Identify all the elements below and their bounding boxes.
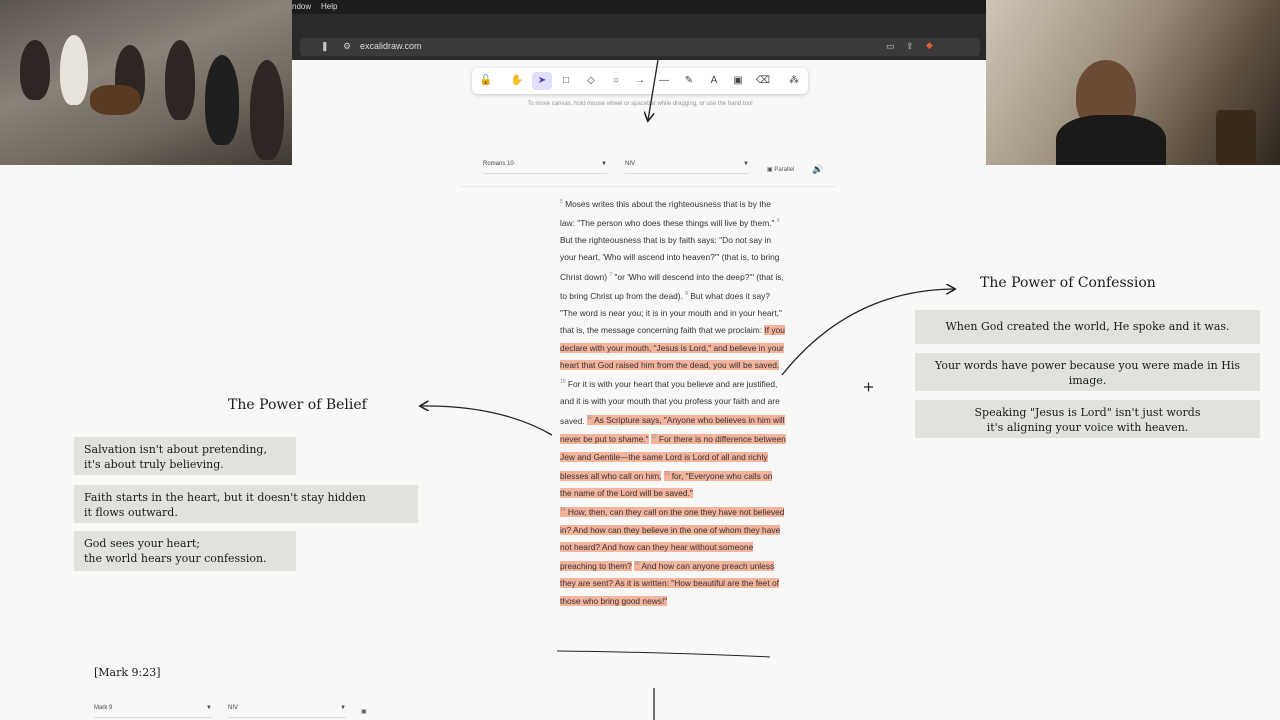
arrow-to-belief xyxy=(421,406,553,436)
arrow-to-confession xyxy=(781,289,954,376)
arrow-top xyxy=(648,59,659,120)
crosshair-cursor xyxy=(864,382,873,392)
underline-stroke xyxy=(556,650,771,658)
canvas-drawings xyxy=(0,59,1280,720)
